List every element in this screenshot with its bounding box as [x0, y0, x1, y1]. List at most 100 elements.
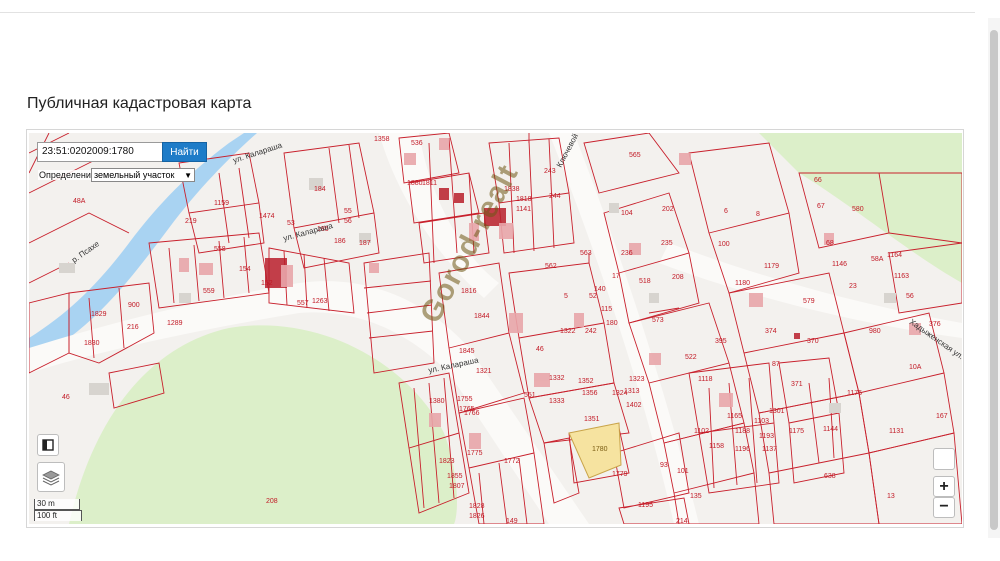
svg-text:1402: 1402	[626, 402, 642, 409]
svg-text:562: 562	[545, 263, 557, 270]
svg-text:140: 140	[594, 286, 606, 293]
svg-text:1818: 1818	[516, 196, 532, 203]
layers-button[interactable]	[37, 462, 65, 492]
svg-text:87: 87	[772, 361, 780, 368]
svg-text:579: 579	[803, 298, 815, 305]
svg-text:1779: 1779	[612, 471, 628, 478]
svg-text:1844: 1844	[474, 313, 490, 320]
svg-text:371: 371	[791, 381, 803, 388]
svg-text:1828: 1828	[469, 503, 485, 510]
svg-text:5: 5	[564, 293, 568, 300]
svg-text:395: 395	[715, 338, 727, 345]
svg-text:557: 557	[297, 300, 309, 307]
svg-text:1380: 1380	[429, 398, 445, 405]
svg-text:180: 180	[606, 320, 618, 327]
svg-text:376: 376	[929, 321, 941, 328]
svg-text:1358: 1358	[374, 136, 390, 143]
svg-text:1146: 1146	[832, 261, 847, 268]
svg-text:536: 536	[411, 140, 423, 147]
svg-text:374: 374	[765, 328, 777, 335]
svg-text:55: 55	[344, 208, 352, 215]
svg-text:104: 104	[621, 210, 633, 217]
park-area	[69, 325, 457, 524]
svg-text:184: 184	[314, 186, 326, 193]
svg-text:135: 135	[690, 493, 702, 500]
definition-select-value: земельный участок	[94, 170, 175, 180]
svg-text:56: 56	[344, 218, 352, 225]
zoom-out-button[interactable]: −	[933, 497, 955, 518]
svg-text:1807: 1807	[449, 483, 465, 490]
svg-text:56: 56	[906, 293, 914, 300]
cadastral-number-input[interactable]: 23:51:0202009:1780	[37, 142, 165, 162]
svg-text:1855: 1855	[447, 473, 463, 480]
svg-text:1193: 1193	[759, 433, 774, 440]
svg-text:58А: 58А	[871, 256, 884, 263]
svg-text:563: 563	[580, 250, 592, 257]
svg-text:522: 522	[685, 354, 697, 361]
svg-text:46: 46	[536, 346, 544, 353]
svg-text:214: 214	[676, 518, 688, 524]
svg-text:565: 565	[629, 152, 641, 159]
definition-select[interactable]: земельный участок ▼	[91, 168, 195, 182]
svg-text:1322: 1322	[560, 328, 576, 335]
zoom-in-button[interactable]: +	[933, 476, 955, 497]
svg-text:243: 243	[544, 168, 556, 175]
svg-text:1144: 1144	[823, 426, 838, 433]
svg-text:235: 235	[661, 240, 673, 247]
fullscreen-button[interactable]	[933, 448, 955, 470]
svg-text:1131: 1131	[889, 428, 904, 435]
svg-text:1196: 1196	[735, 446, 750, 453]
svg-text:1103: 1103	[754, 418, 769, 425]
svg-text:1165: 1165	[727, 413, 742, 420]
svg-text:8: 8	[756, 211, 760, 218]
svg-text:1826: 1826	[469, 513, 485, 520]
svg-text:1775: 1775	[467, 450, 483, 457]
svg-text:6: 6	[724, 208, 728, 215]
svg-text:68: 68	[826, 240, 834, 247]
svg-text:244: 244	[549, 193, 561, 200]
svg-text:1102: 1102	[694, 428, 709, 435]
svg-text:1263: 1263	[312, 298, 328, 305]
scale-metric: 30 m	[34, 499, 80, 510]
svg-text:1323: 1323	[629, 376, 645, 383]
svg-text:1164: 1164	[887, 252, 902, 259]
svg-text:573: 573	[652, 317, 664, 324]
svg-text:1333: 1333	[549, 398, 565, 405]
svg-text:115: 115	[601, 306, 612, 313]
svg-text:202: 202	[662, 206, 674, 213]
svg-text:1188: 1188	[735, 428, 750, 435]
svg-text:1755: 1755	[457, 396, 473, 403]
svg-text:167: 167	[936, 413, 948, 420]
svg-text:638: 638	[824, 473, 836, 480]
svg-text:101: 101	[677, 468, 689, 475]
river-label: р. Псахе	[70, 239, 101, 265]
svg-text:216: 216	[127, 324, 139, 331]
svg-text:149: 149	[506, 518, 518, 524]
top-divider	[0, 12, 975, 13]
svg-text:558: 558	[214, 246, 226, 253]
selected-parcel-label: 1780	[592, 446, 608, 453]
svg-text:1352: 1352	[578, 378, 594, 385]
svg-text:1351: 1351	[584, 416, 600, 423]
svg-text:1474: 1474	[259, 213, 275, 220]
svg-text:1176: 1176	[847, 390, 862, 397]
svg-text:93: 93	[660, 462, 668, 469]
cadastral-map[interactable]: 1358 536 565 1880 1811 1838 1818 1141 243 244 1…	[29, 133, 962, 524]
map-scale: 30 m 100 ft	[34, 499, 82, 521]
svg-text:980: 980	[869, 328, 881, 335]
svg-text:551: 551	[524, 392, 536, 399]
svg-text:1332: 1332	[549, 375, 565, 382]
svg-text:1829: 1829	[91, 311, 107, 318]
svg-text:1195: 1195	[638, 502, 653, 509]
svg-text:559: 559	[203, 288, 215, 295]
svg-text:518: 518	[639, 278, 651, 285]
page-scrollbar-thumb[interactable]	[990, 30, 998, 530]
svg-text:208: 208	[266, 498, 278, 505]
svg-text:10А: 10А	[909, 364, 922, 371]
svg-text:1811: 1811	[422, 180, 437, 187]
chevron-down-icon: ▼	[184, 171, 192, 180]
svg-text:1159: 1159	[214, 200, 229, 207]
find-button[interactable]: Найти	[162, 142, 207, 162]
panel-toggle-button[interactable]	[37, 434, 59, 456]
svg-text:1830: 1830	[84, 340, 100, 347]
